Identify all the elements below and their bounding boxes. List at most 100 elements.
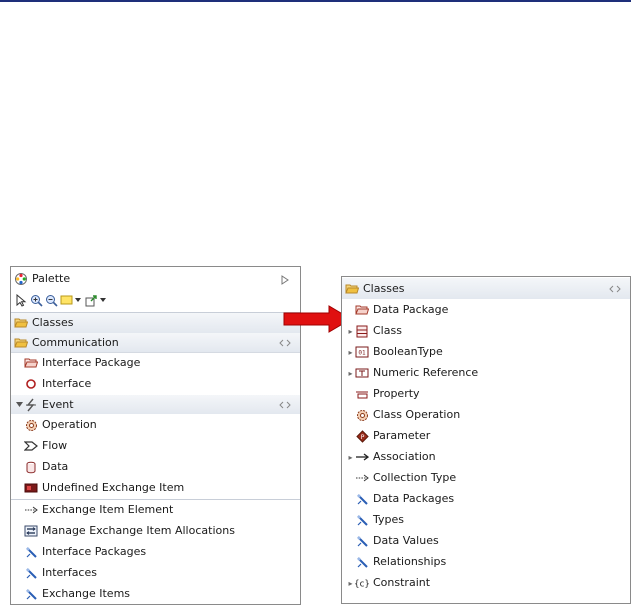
- tool-interface[interactable]: Interface: [11, 374, 300, 394]
- palette-header: Palette: [11, 269, 300, 289]
- tool-exchange-items[interactable]: Exchange Items: [11, 584, 300, 604]
- layout-toggle-icon[interactable]: [278, 336, 292, 350]
- tool-undefined-exchange-item[interactable]: Undefined Exchange Item: [11, 478, 300, 498]
- top-border-line: [0, 0, 631, 2]
- palette-collapse-icon[interactable]: [278, 273, 292, 287]
- classes-header[interactable]: Classes: [342, 278, 630, 299]
- tool-label: Parameter: [373, 429, 431, 442]
- operation-icon: [24, 418, 38, 432]
- folder-open-icon: [14, 336, 28, 350]
- select-pointer-icon[interactable]: [15, 293, 28, 307]
- tool-label: Exchange Item Element: [42, 503, 174, 516]
- tool-label: Data Values: [373, 534, 439, 547]
- tool-label: BooleanType: [373, 345, 443, 358]
- tool-association[interactable]: ▸ Association: [342, 447, 630, 467]
- tool-data-values[interactable]: Data Values: [342, 531, 630, 551]
- section-classes[interactable]: Classes: [11, 312, 300, 334]
- tool-label: Class Operation: [373, 408, 461, 421]
- tool-interface-packages[interactable]: Interface Packages: [11, 542, 300, 562]
- svg-text:{c}: {c}: [355, 580, 369, 590]
- tool-operation[interactable]: Operation: [11, 415, 300, 435]
- tool-types[interactable]: Types: [342, 510, 630, 530]
- tool-interfaces[interactable]: Interfaces: [11, 563, 300, 583]
- tool-label: Undefined Exchange Item: [42, 481, 185, 494]
- expand-triangle-icon[interactable]: ▸: [347, 453, 354, 462]
- data-icon: [24, 460, 38, 474]
- flow-icon: [24, 439, 38, 453]
- event-icon: [24, 398, 38, 412]
- tool-label: Collection Type: [373, 471, 457, 484]
- expand-triangle-icon[interactable]: ▸: [347, 579, 354, 588]
- palette-title: Palette: [32, 272, 71, 285]
- section-communication[interactable]: Communication: [11, 333, 300, 353]
- palette-icon: [14, 272, 28, 286]
- expand-triangle-icon[interactable]: ▸: [347, 348, 354, 357]
- tool-label: Constraint: [373, 576, 431, 589]
- tool-label: Manage Exchange Item Allocations: [42, 524, 235, 537]
- operation-icon: [355, 408, 369, 422]
- link-tool-icon[interactable]: [85, 293, 98, 307]
- filter-icon: [355, 555, 369, 569]
- tool-manage-allocations[interactable]: Manage Exchange Item Allocations: [11, 521, 300, 541]
- tool-data-package[interactable]: Data Package: [342, 300, 630, 320]
- filter-icon: [24, 566, 38, 580]
- tool-label: Interface Packages: [42, 545, 147, 558]
- expand-chevron-icon[interactable]: [16, 402, 23, 407]
- tool-flow[interactable]: Flow: [11, 436, 300, 456]
- parameter-icon: P: [355, 429, 369, 443]
- folder-open-icon: [345, 282, 359, 296]
- association-arrow-icon: [355, 450, 369, 464]
- tool-class-operation[interactable]: Class Operation: [342, 405, 630, 425]
- filter-icon: [24, 545, 38, 559]
- tool-constraint[interactable]: ▸ {c} Constraint: [342, 573, 630, 593]
- link-dropdown-icon[interactable]: [100, 293, 106, 307]
- tool-label: Relationships: [373, 555, 447, 568]
- note-icon[interactable]: [60, 293, 73, 307]
- tool-label: Data Package: [373, 303, 449, 316]
- layout-toggle-icon[interactable]: [608, 282, 622, 296]
- tool-label: Interface: [42, 377, 92, 390]
- tool-label: Flow: [42, 439, 68, 452]
- tool-label: Numeric Reference: [373, 366, 479, 379]
- interface-icon: [24, 377, 38, 391]
- tool-label: Exchange Items: [42, 587, 131, 600]
- class-icon: [355, 324, 369, 338]
- tool-relationships[interactable]: Relationships: [342, 552, 630, 572]
- group-event[interactable]: Event: [11, 395, 300, 414]
- tool-exchange-item-element[interactable]: Exchange Item Element: [11, 500, 300, 520]
- tool-collection-type[interactable]: Collection Type: [342, 468, 630, 488]
- tool-boolean-type[interactable]: ▸ 01 BooleanType: [342, 342, 630, 362]
- dashed-arrow-icon: [24, 503, 38, 517]
- tool-label: Data Packages: [373, 492, 455, 505]
- folder-open-icon: [14, 316, 28, 330]
- exchange-item-icon: [24, 481, 38, 495]
- section-communication-label: Communication: [32, 335, 119, 349]
- classes-title: Classes: [363, 281, 405, 295]
- tool-label: Data: [42, 460, 69, 473]
- expand-triangle-icon[interactable]: ▸: [347, 327, 354, 336]
- allocation-icon: [24, 524, 38, 538]
- tool-numeric-reference[interactable]: ▸ Numeric Reference: [342, 363, 630, 383]
- zoom-out-icon[interactable]: [45, 293, 58, 307]
- tool-class[interactable]: ▸ Class: [342, 321, 630, 341]
- expand-triangle-icon[interactable]: ▸: [347, 369, 354, 378]
- filter-icon: [355, 492, 369, 506]
- tool-data[interactable]: Data: [11, 457, 300, 477]
- zoom-in-icon[interactable]: [30, 293, 43, 307]
- tool-label: Types: [373, 513, 404, 526]
- tool-interface-package[interactable]: Interface Package: [11, 353, 300, 373]
- tool-data-packages[interactable]: Data Packages: [342, 489, 630, 509]
- boolean-type-icon: 01: [355, 345, 369, 359]
- dashed-arrow-icon: [355, 471, 369, 485]
- layout-toggle-icon[interactable]: [278, 398, 292, 412]
- palette-toolbar: [11, 291, 300, 309]
- section-classes-label: Classes: [32, 316, 74, 329]
- tool-parameter[interactable]: P Parameter: [342, 426, 630, 446]
- tool-label: Operation: [42, 418, 97, 431]
- tool-label: Association: [373, 450, 436, 463]
- svg-text:01: 01: [358, 350, 366, 357]
- filter-icon: [355, 534, 369, 548]
- tool-property[interactable]: Property: [342, 384, 630, 404]
- svg-text:P: P: [360, 434, 364, 441]
- note-dropdown-icon[interactable]: [75, 293, 81, 307]
